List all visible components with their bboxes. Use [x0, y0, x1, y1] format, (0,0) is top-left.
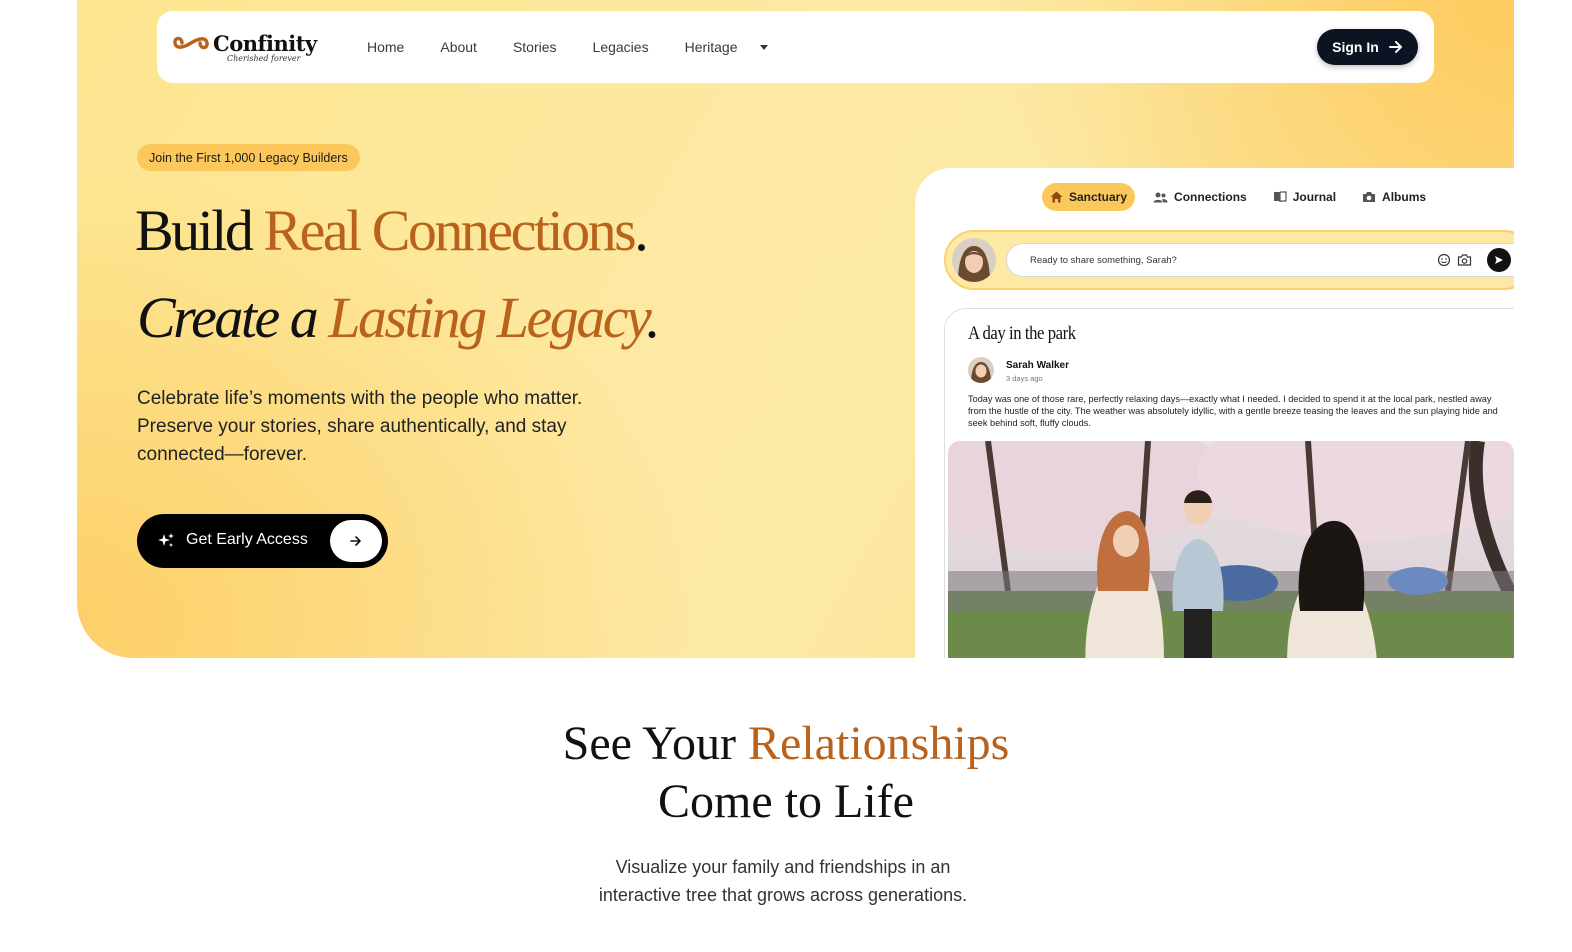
- headline2-accent: Lasting Legacy: [328, 285, 648, 350]
- hero-description: Celebrate life’s moments with the people…: [137, 388, 583, 465]
- headline1-end: .: [634, 198, 649, 263]
- hero-headline-line2: Create a Lasting Legacy.: [137, 284, 661, 351]
- chevron-down-icon[interactable]: [759, 44, 768, 50]
- headline2-plain: Create a: [137, 285, 329, 350]
- cta-arrow-button[interactable]: [330, 520, 382, 562]
- section-title: See Your Relationships Come to Life: [0, 715, 1572, 831]
- nav-link-stories[interactable]: Stories: [513, 38, 557, 56]
- section-title-line2: Come to Life: [658, 775, 914, 828]
- composer-icons: [1437, 253, 1472, 267]
- nav-links: Home About Stories Legacies Heritage: [367, 38, 768, 56]
- post-timestamp: 3 days ago: [1006, 374, 1043, 383]
- send-button[interactable]: [1487, 248, 1511, 272]
- sign-in-label: Sign In: [1332, 39, 1379, 55]
- section-title-accent: Relationships: [748, 717, 1010, 770]
- section-description-line1: Visualize your family and friendships in…: [615, 857, 951, 877]
- camera-icon[interactable]: [1457, 253, 1472, 267]
- app-tabs: Sanctuary Connections Journal Albums: [1042, 183, 1434, 211]
- sparkle-icon: [158, 533, 174, 547]
- section-description-line2: interactive tree that grows across gener…: [598, 885, 968, 905]
- headline2-end: .: [646, 285, 661, 350]
- post-body: Today was one of those rare, perfectly r…: [968, 394, 1498, 428]
- avatar: [952, 238, 996, 282]
- tab-sanctuary[interactable]: Sanctuary: [1042, 183, 1136, 211]
- brand-tagline: Cherished forever: [227, 54, 301, 63]
- arrow-right-icon: [350, 536, 361, 546]
- app-preview: Sanctuary Connections Journal Albums Rea…: [915, 168, 1514, 658]
- tab-label: Connections: [1174, 190, 1247, 204]
- sign-in-button[interactable]: Sign In: [1317, 29, 1418, 65]
- arrow-right-icon: [1388, 41, 1402, 53]
- hero-headline-line1: Build Real Connections.: [135, 197, 649, 264]
- section-title-plain: See Your: [562, 717, 749, 770]
- tab-albums[interactable]: Albums: [1354, 183, 1434, 211]
- emoji-icon[interactable]: [1437, 253, 1451, 267]
- nav-link-heritage[interactable]: Heritage: [685, 38, 738, 56]
- infinity-logo-icon: [173, 36, 209, 50]
- headline1-accent: Real Connections: [263, 198, 636, 263]
- post-photo[interactable]: [948, 441, 1514, 658]
- journal-icon: [1273, 191, 1287, 203]
- tab-connections[interactable]: Connections: [1145, 183, 1255, 211]
- hero-badge: Join the First 1,000 Legacy Builders: [137, 144, 360, 171]
- nav-link-about[interactable]: About: [440, 38, 477, 56]
- camera-icon: [1363, 192, 1376, 202]
- brand-name: Confinity: [213, 31, 317, 56]
- section-title-line1: See Your Relationships: [0, 715, 1572, 773]
- headline1-plain: Build: [135, 198, 264, 263]
- avatar: [968, 357, 994, 383]
- post-author[interactable]: Sarah Walker: [1006, 360, 1069, 371]
- home-icon: [1050, 191, 1063, 203]
- tab-label: Sanctuary: [1069, 190, 1128, 204]
- get-early-access-button[interactable]: Get Early Access: [137, 514, 388, 568]
- people-icon: [1153, 192, 1168, 202]
- nav-link-home[interactable]: Home: [367, 38, 404, 56]
- send-icon: [1495, 256, 1503, 264]
- post-title: A day in the park: [968, 323, 1076, 344]
- brand-logo[interactable]: Confinity Cherished forever: [173, 31, 317, 67]
- navbar: Confinity Cherished forever Home About S…: [157, 11, 1434, 83]
- tab-journal[interactable]: Journal: [1265, 183, 1344, 211]
- composer-input[interactable]: Ready to share something, Sarah?: [1006, 243, 1514, 277]
- composer-placeholder: Ready to share something, Sarah?: [1030, 255, 1177, 266]
- journal-post-card: A day in the park Sarah Walker 3 days ag…: [944, 308, 1514, 658]
- nav-link-legacies[interactable]: Legacies: [593, 38, 649, 56]
- tab-label: Albums: [1382, 190, 1427, 204]
- section-description: Visualize your family and friendships in…: [0, 853, 1566, 909]
- post-composer: Ready to share something, Sarah?: [944, 230, 1514, 290]
- cta-label: Get Early Access: [186, 531, 308, 548]
- tab-label: Journal: [1292, 190, 1337, 204]
